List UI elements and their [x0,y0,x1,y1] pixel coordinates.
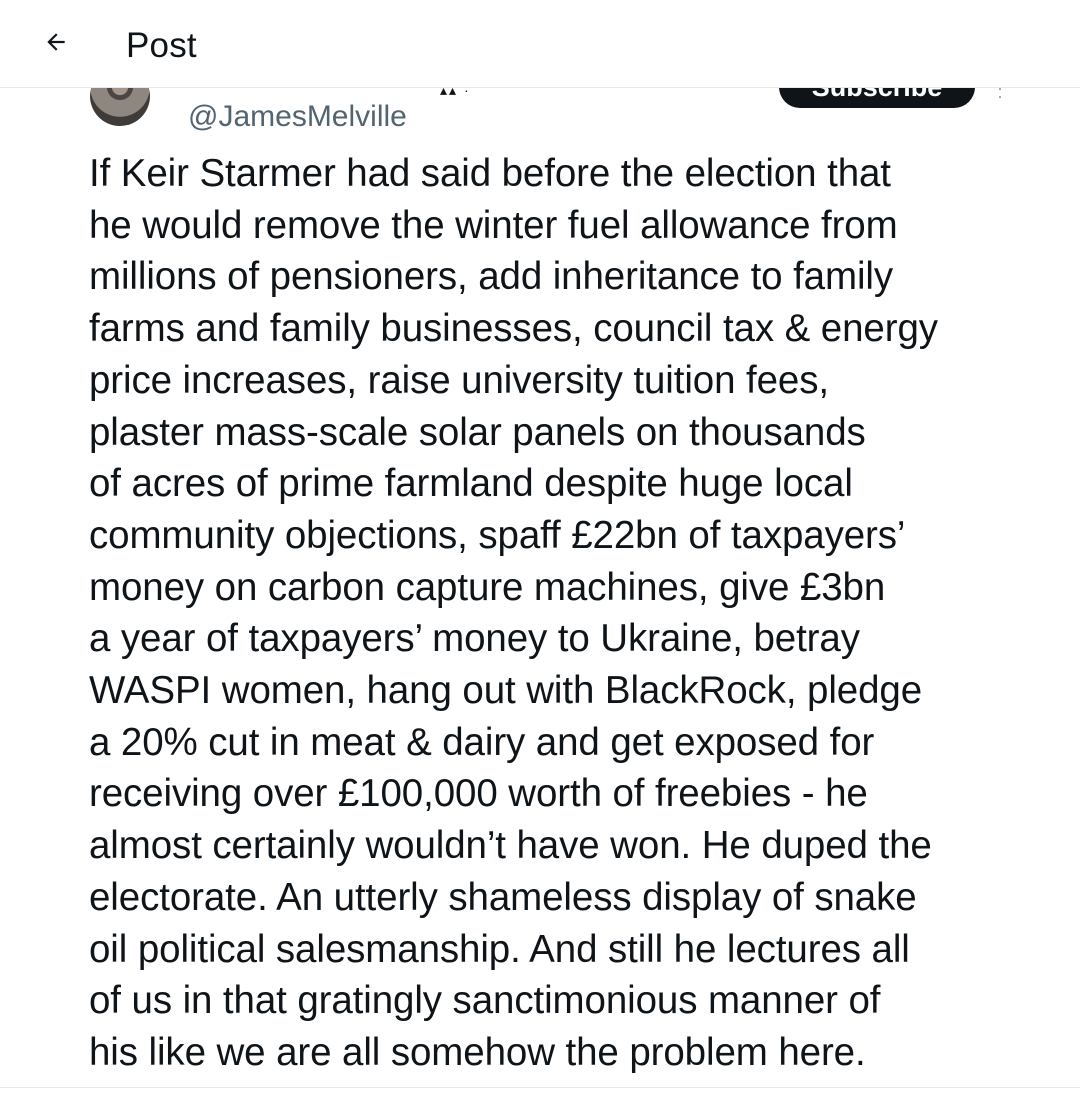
subscribe-button[interactable]: Subscribe [779,88,975,108]
more-vertical-icon[interactable]: · · [990,88,1010,105]
top-bar: Post [0,0,1080,88]
arrow-left-icon [43,29,69,60]
post-text: If Keir Starmer had said before the elec… [89,152,938,1074]
divider [0,1087,1080,1088]
author-handle[interactable]: @JamesMelville [188,100,407,134]
page-title: Post [126,26,197,65]
post-author-header: ▴▴ · @JamesMelville Subscribe ·· [0,88,1080,140]
verified-badge-icon: ▴▴ · [440,88,471,98]
avatar[interactable] [90,88,150,126]
back-button[interactable] [34,22,78,66]
